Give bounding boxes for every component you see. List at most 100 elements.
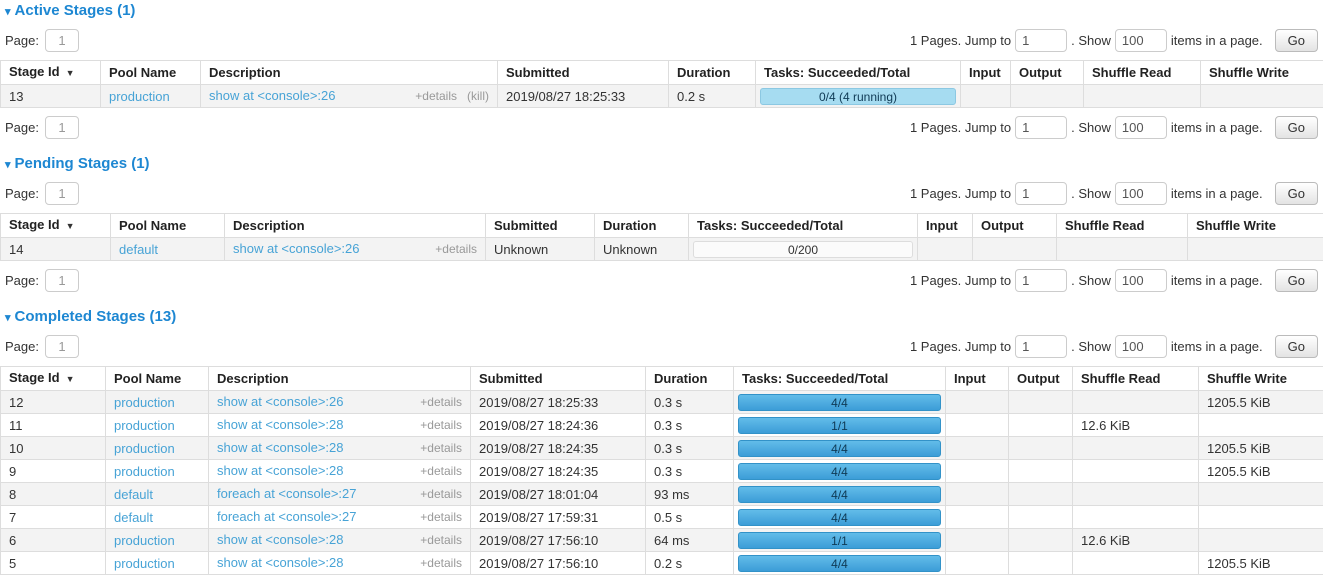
details-toggle[interactable]: +details xyxy=(420,533,462,547)
pool-link[interactable]: production xyxy=(109,89,170,104)
details-toggle[interactable]: +details xyxy=(420,556,462,570)
output-cell xyxy=(1009,460,1073,483)
collapse-caret-icon[interactable]: ▾ xyxy=(5,310,11,327)
column-header-description[interactable]: Description xyxy=(201,61,498,85)
go-button[interactable]: Go xyxy=(1275,182,1318,205)
column-header-pool-name[interactable]: Pool Name xyxy=(101,61,201,85)
column-header-tasks-succeeded-total[interactable]: Tasks: Succeeded/Total xyxy=(689,214,918,238)
column-header-pool-name[interactable]: Pool Name xyxy=(106,367,209,391)
column-header-description[interactable]: Description xyxy=(225,214,486,238)
input-cell xyxy=(918,238,973,261)
description-actions: +details xyxy=(420,417,462,433)
description-link[interactable]: foreach at <console>:27 xyxy=(217,486,357,501)
column-header-shuffle-write[interactable]: Shuffle Write xyxy=(1199,367,1323,391)
column-header-submitted[interactable]: Submitted xyxy=(498,61,669,85)
collapse-caret-icon[interactable]: ▾ xyxy=(5,157,11,174)
details-toggle[interactable]: +details xyxy=(435,242,477,256)
page-number-input[interactable] xyxy=(45,29,79,52)
pool-link[interactable]: production xyxy=(114,533,175,548)
description-link[interactable]: show at <console>:26 xyxy=(209,88,335,103)
section-header-completed-stages[interactable]: ▾Completed Stages (13) xyxy=(5,308,1323,327)
description-link[interactable]: show at <console>:28 xyxy=(217,463,343,478)
description-link[interactable]: show at <console>:28 xyxy=(217,417,343,432)
description-actions: +details xyxy=(420,555,462,571)
column-header-duration[interactable]: Duration xyxy=(669,61,756,85)
column-label: Submitted xyxy=(506,65,570,80)
pool-cell: production xyxy=(101,85,201,108)
pool-link[interactable]: production xyxy=(114,464,175,479)
column-header-shuffle-write[interactable]: Shuffle Write xyxy=(1201,61,1323,85)
column-header-shuffle-read[interactable]: Shuffle Read xyxy=(1057,214,1188,238)
column-header-stage-id[interactable]: Stage Id▼ xyxy=(1,367,106,391)
description-link[interactable]: show at <console>:26 xyxy=(217,394,343,409)
show-count-input[interactable] xyxy=(1115,116,1167,139)
column-header-description[interactable]: Description xyxy=(209,367,471,391)
column-label: Tasks: Succeeded/Total xyxy=(764,65,910,80)
page-number-input[interactable] xyxy=(45,269,79,292)
show-count-input[interactable] xyxy=(1115,182,1167,205)
go-button[interactable]: Go xyxy=(1275,269,1318,292)
pool-link[interactable]: production xyxy=(114,441,175,456)
page-label: Page: xyxy=(5,273,39,288)
details-toggle[interactable]: +details xyxy=(415,89,457,103)
pool-link[interactable]: default xyxy=(119,242,158,257)
column-header-duration[interactable]: Duration xyxy=(595,214,689,238)
jump-to-input[interactable] xyxy=(1015,335,1067,358)
column-header-pool-name[interactable]: Pool Name xyxy=(111,214,225,238)
go-button[interactable]: Go xyxy=(1275,335,1318,358)
details-toggle[interactable]: +details xyxy=(420,487,462,501)
column-header-submitted[interactable]: Submitted xyxy=(486,214,595,238)
column-header-output[interactable]: Output xyxy=(1011,61,1084,85)
column-header-tasks-succeeded-total[interactable]: Tasks: Succeeded/Total xyxy=(756,61,961,85)
page-number-input[interactable] xyxy=(45,335,79,358)
column-header-output[interactable]: Output xyxy=(973,214,1057,238)
page-number-input[interactable] xyxy=(45,116,79,139)
column-header-output[interactable]: Output xyxy=(1009,367,1073,391)
description-link[interactable]: show at <console>:28 xyxy=(217,440,343,455)
jump-to-input[interactable] xyxy=(1015,29,1067,52)
pool-link[interactable]: production xyxy=(114,395,175,410)
description-link[interactable]: foreach at <console>:27 xyxy=(217,509,357,524)
description-cell: +details show at <console>:28 xyxy=(209,414,471,437)
column-header-input[interactable]: Input xyxy=(918,214,973,238)
details-toggle[interactable]: +details xyxy=(420,441,462,455)
column-label: Input xyxy=(926,218,958,233)
pool-link[interactable]: default xyxy=(114,510,153,525)
column-header-tasks-succeeded-total[interactable]: Tasks: Succeeded/Total xyxy=(734,367,946,391)
details-toggle[interactable]: +details xyxy=(420,395,462,409)
column-header-shuffle-read[interactable]: Shuffle Read xyxy=(1084,61,1201,85)
description-link[interactable]: show at <console>:28 xyxy=(217,555,343,570)
go-button[interactable]: Go xyxy=(1275,116,1318,139)
show-count-input[interactable] xyxy=(1115,29,1167,52)
column-header-duration[interactable]: Duration xyxy=(646,367,734,391)
column-header-shuffle-write[interactable]: Shuffle Write xyxy=(1188,214,1323,238)
column-header-shuffle-read[interactable]: Shuffle Read xyxy=(1073,367,1199,391)
details-toggle[interactable]: +details xyxy=(420,510,462,524)
show-count-input[interactable] xyxy=(1115,335,1167,358)
description-link[interactable]: show at <console>:28 xyxy=(217,532,343,547)
go-button[interactable]: Go xyxy=(1275,29,1318,52)
jump-to-input[interactable] xyxy=(1015,269,1067,292)
pool-link[interactable]: production xyxy=(114,556,175,571)
jump-to-input[interactable] xyxy=(1015,182,1067,205)
column-header-stage-id[interactable]: Stage Id▼ xyxy=(1,214,111,238)
section-header-pending-stages[interactable]: ▾Pending Stages (1) xyxy=(5,155,1323,174)
column-header-stage-id[interactable]: Stage Id▼ xyxy=(1,61,101,85)
page-number-input[interactable] xyxy=(45,182,79,205)
column-header-submitted[interactable]: Submitted xyxy=(471,367,646,391)
collapse-caret-icon[interactable]: ▾ xyxy=(5,4,11,21)
column-header-input[interactable]: Input xyxy=(946,367,1009,391)
details-toggle[interactable]: +details xyxy=(420,464,462,478)
show-count-input[interactable] xyxy=(1115,269,1167,292)
column-label: Description xyxy=(233,218,305,233)
pool-link[interactable]: production xyxy=(114,418,175,433)
column-header-input[interactable]: Input xyxy=(961,61,1011,85)
description-link[interactable]: show at <console>:26 xyxy=(233,241,359,256)
kill-link[interactable]: (kill) xyxy=(467,89,489,103)
output-cell xyxy=(1011,85,1084,108)
column-label: Tasks: Succeeded/Total xyxy=(697,218,843,233)
details-toggle[interactable]: +details xyxy=(420,418,462,432)
pool-link[interactable]: default xyxy=(114,487,153,502)
section-header-active-stages[interactable]: ▾Active Stages (1) xyxy=(5,2,1323,21)
jump-to-input[interactable] xyxy=(1015,116,1067,139)
